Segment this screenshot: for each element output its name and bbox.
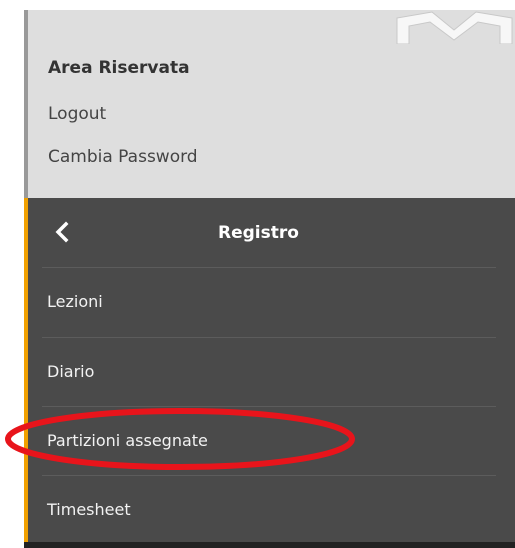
reserved-area-section: Area Riservata Logout Cambia Password	[24, 10, 515, 198]
menu-item-diario[interactable]: Diario	[28, 338, 500, 407]
menu-item-label: Partizioni assegnate	[47, 431, 208, 450]
menu-title: Registro	[218, 223, 299, 243]
menu-item-label: Diario	[47, 362, 95, 381]
menu-item-timesheet[interactable]: Timesheet	[28, 476, 500, 545]
menu-item-label: Lezioni	[47, 292, 103, 311]
registro-menu: Registro Lezioni Diario Partizioni asseg…	[24, 198, 515, 548]
change-password-link[interactable]: Cambia Password	[48, 147, 198, 167]
chevron-left-icon[interactable]	[52, 220, 72, 244]
menu-item-lezioni[interactable]: Lezioni	[28, 268, 500, 337]
reserved-area-title: Area Riservata	[48, 58, 190, 78]
navigation-panel: Area Riservata Logout Cambia Password Re…	[0, 0, 515, 548]
section-edge	[24, 10, 28, 198]
menu-item-label: Timesheet	[47, 500, 131, 519]
menu-bottom-bar	[24, 542, 515, 548]
logout-link[interactable]: Logout	[48, 104, 106, 124]
menu-item-partizioni-assegnate[interactable]: Partizioni assegnate	[28, 407, 500, 476]
menu-header: Registro	[28, 198, 500, 267]
brand-logo	[396, 11, 513, 44]
